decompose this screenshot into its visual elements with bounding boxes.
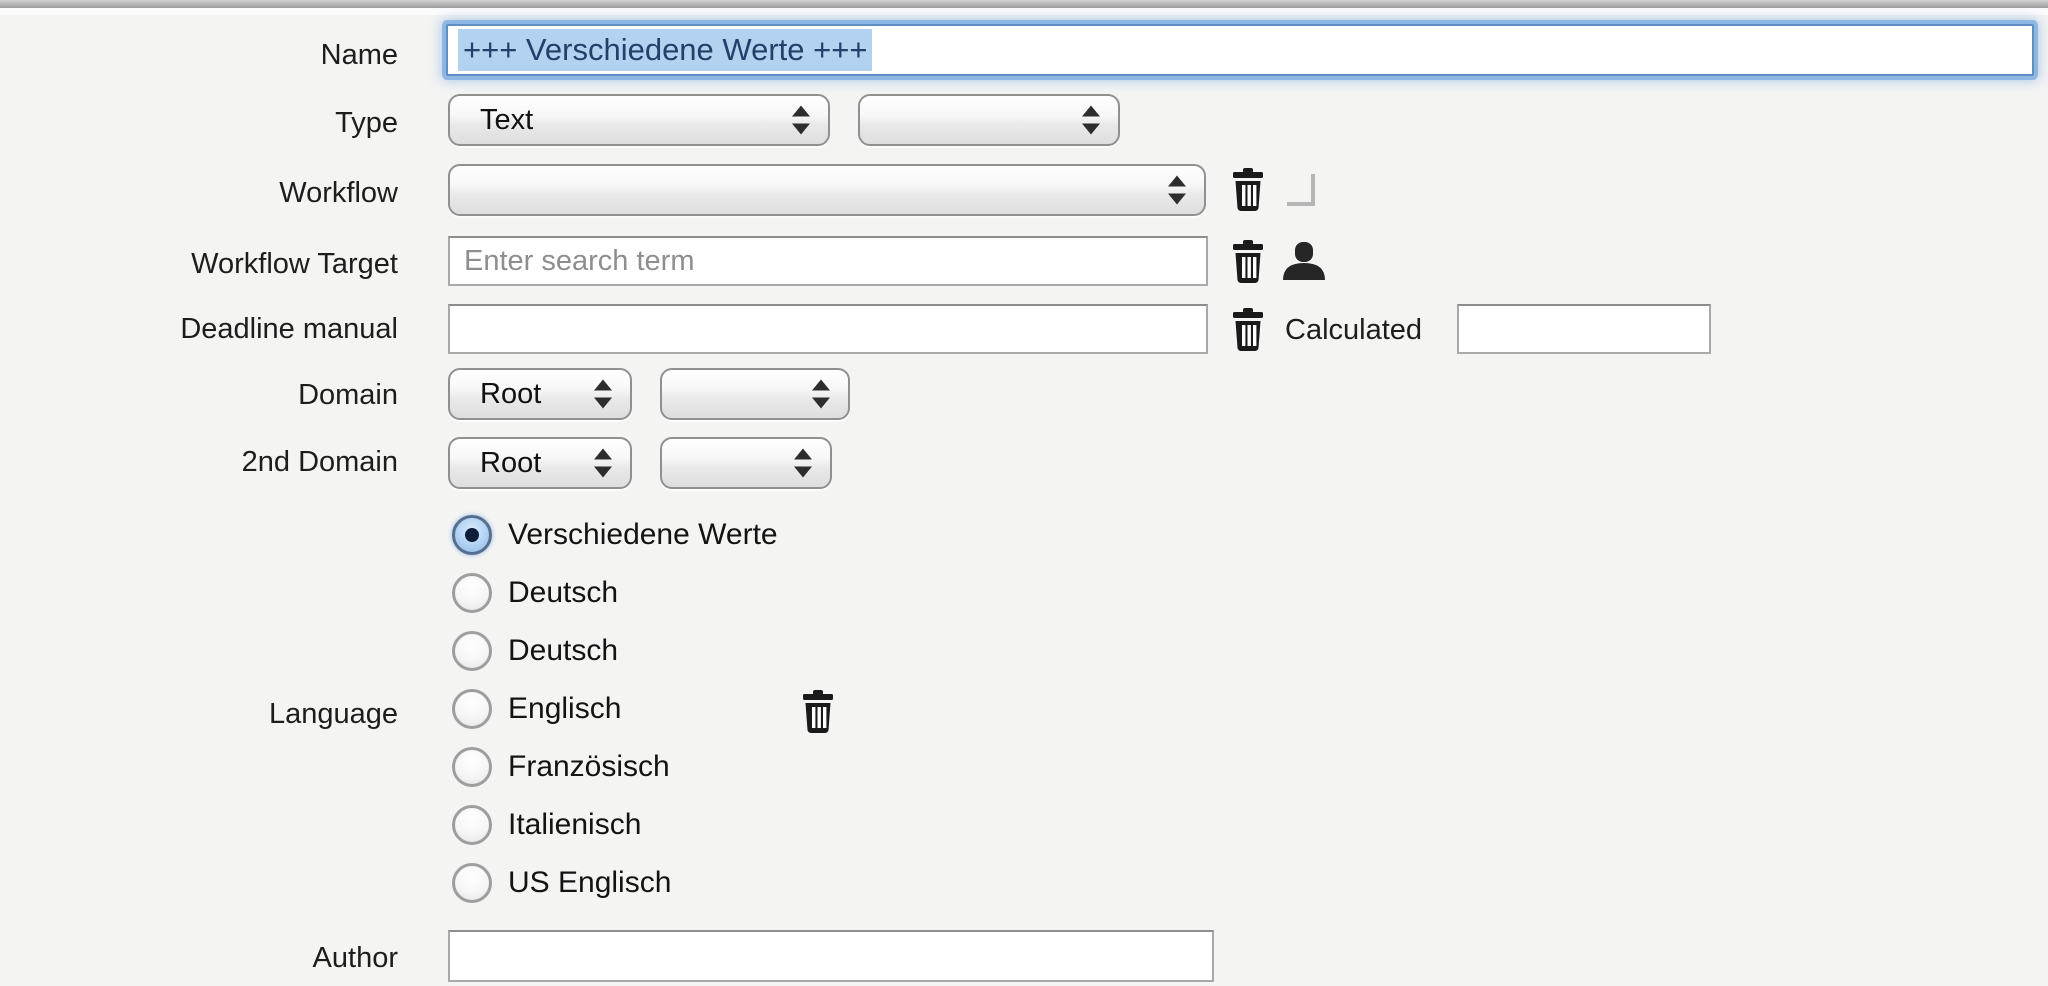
form-panel: Name +++ Verschiedene Werte +++ Type Tex… bbox=[0, 0, 2048, 986]
language-option-franzoesisch[interactable]: Französisch bbox=[452, 747, 670, 787]
person-icon bbox=[1283, 242, 1325, 280]
stepper-arrows-icon bbox=[794, 449, 812, 478]
stepper-arrows-icon bbox=[1082, 106, 1100, 135]
radio-label: Deutsch bbox=[508, 576, 618, 610]
radio-label: Italienisch bbox=[508, 808, 641, 842]
window-top-highlight bbox=[0, 8, 2048, 15]
calculated-label: Calculated bbox=[1285, 313, 1485, 347]
language-option-us-englisch[interactable]: US Englisch bbox=[452, 863, 671, 903]
workflow-clear-button[interactable] bbox=[1233, 168, 1263, 212]
type-secondary-select[interactable] bbox=[858, 94, 1120, 146]
deadline-clear-button[interactable] bbox=[1233, 308, 1263, 352]
radio-label: Französisch bbox=[508, 750, 670, 784]
workflow-target-person-button[interactable] bbox=[1283, 242, 1325, 280]
deadline-manual-input[interactable] bbox=[448, 304, 1208, 354]
radio-label: US Englisch bbox=[508, 866, 671, 900]
stepper-arrows-icon bbox=[812, 380, 830, 409]
domain-secondary-select[interactable] bbox=[660, 368, 850, 420]
radio-button[interactable] bbox=[452, 805, 492, 845]
corner-icon bbox=[1287, 174, 1315, 206]
radio-button[interactable] bbox=[452, 573, 492, 613]
radio-button[interactable] bbox=[452, 631, 492, 671]
domain-select-value: Root bbox=[480, 370, 541, 418]
domain-select[interactable]: Root bbox=[448, 368, 632, 420]
trash-icon bbox=[1233, 168, 1263, 212]
name-input-selected-text: +++ Verschiedene Werte +++ bbox=[458, 29, 872, 71]
language-option-verschiedene-werte[interactable]: Verschiedene Werte bbox=[452, 515, 778, 555]
trash-icon bbox=[1233, 240, 1263, 284]
radio-button[interactable] bbox=[452, 515, 492, 555]
radio-button[interactable] bbox=[452, 863, 492, 903]
domain-label: Domain bbox=[58, 378, 398, 412]
radio-button[interactable] bbox=[452, 747, 492, 787]
workflow-target-input[interactable] bbox=[448, 236, 1208, 286]
window-top-edge bbox=[0, 0, 2048, 8]
name-input[interactable]: +++ Verschiedene Werte +++ bbox=[446, 24, 2034, 76]
language-option-deutsch-1[interactable]: Deutsch bbox=[452, 573, 618, 613]
language-clear-button[interactable] bbox=[803, 690, 833, 734]
workflow-target-label: Workflow Target bbox=[58, 247, 398, 281]
deadline-manual-label: Deadline manual bbox=[58, 312, 398, 346]
radio-label: Englisch bbox=[508, 692, 621, 726]
second-domain-select[interactable]: Root bbox=[448, 437, 632, 489]
workflow-select[interactable] bbox=[448, 164, 1206, 216]
stepper-arrows-icon bbox=[594, 449, 612, 478]
language-option-deutsch-2[interactable]: Deutsch bbox=[452, 631, 618, 671]
trash-icon bbox=[1233, 308, 1263, 352]
radio-button[interactable] bbox=[452, 689, 492, 729]
workflow-target-clear-button[interactable] bbox=[1233, 240, 1263, 284]
language-label: Language bbox=[58, 697, 398, 731]
author-input[interactable] bbox=[448, 930, 1214, 982]
second-domain-secondary-select[interactable] bbox=[660, 437, 832, 489]
language-option-englisch[interactable]: Englisch bbox=[452, 689, 621, 729]
stepper-arrows-icon bbox=[594, 380, 612, 409]
second-domain-select-value: Root bbox=[480, 439, 541, 487]
name-label: Name bbox=[58, 38, 398, 72]
stepper-arrows-icon bbox=[792, 106, 810, 135]
radio-label: Deutsch bbox=[508, 634, 618, 668]
language-option-italienisch[interactable]: Italienisch bbox=[452, 805, 641, 845]
type-select-value: Text bbox=[480, 96, 533, 144]
trash-icon bbox=[803, 690, 833, 734]
type-select[interactable]: Text bbox=[448, 94, 830, 146]
radio-label: Verschiedene Werte bbox=[508, 518, 778, 552]
workflow-label: Workflow bbox=[58, 176, 398, 210]
type-label: Type bbox=[58, 106, 398, 140]
author-label: Author bbox=[58, 941, 398, 975]
stepper-arrows-icon bbox=[1168, 176, 1186, 205]
second-domain-label: 2nd Domain bbox=[58, 445, 398, 479]
calculated-input[interactable] bbox=[1457, 304, 1711, 354]
